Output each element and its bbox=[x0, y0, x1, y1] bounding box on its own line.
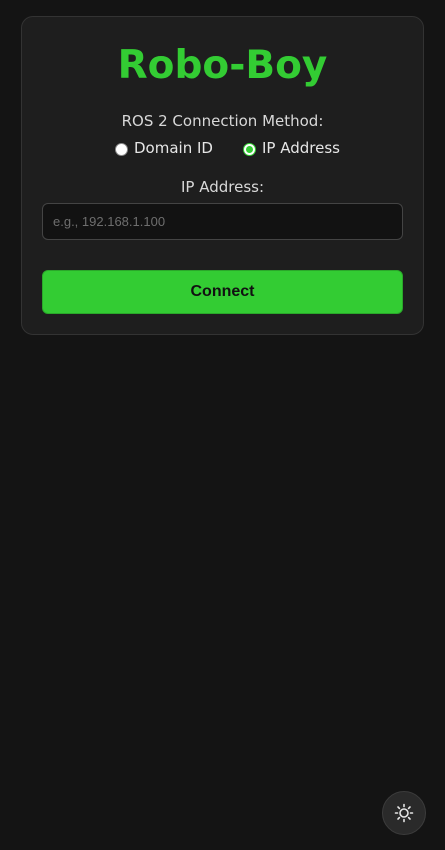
radio-domain-id-indicator[interactable] bbox=[115, 142, 128, 156]
app-title: Robo-Boy bbox=[117, 43, 328, 88]
ip-address-label: IP Address: bbox=[180, 178, 265, 196]
connect-button[interactable]: Connect bbox=[42, 270, 403, 314]
radio-domain-id-label: Domain ID bbox=[134, 139, 213, 157]
connection-method-radio-group: Domain ID IP Address bbox=[22, 137, 423, 159]
radio-ip-address-label: IP Address bbox=[262, 139, 340, 157]
connection-card: Robo-Boy ROS 2 Connection Method: Domain… bbox=[21, 16, 424, 335]
radio-ip-address-indicator[interactable] bbox=[243, 142, 256, 156]
ip-address-input[interactable] bbox=[42, 203, 403, 240]
radio-domain-id[interactable]: Domain ID bbox=[115, 137, 213, 159]
sun-icon bbox=[394, 803, 414, 823]
connection-method-label: ROS 2 Connection Method: bbox=[121, 112, 324, 130]
radio-ip-address[interactable]: IP Address bbox=[243, 137, 340, 159]
theme-toggle-button[interactable] bbox=[382, 791, 426, 835]
page: Robo-Boy ROS 2 Connection Method: Domain… bbox=[0, 0, 445, 850]
